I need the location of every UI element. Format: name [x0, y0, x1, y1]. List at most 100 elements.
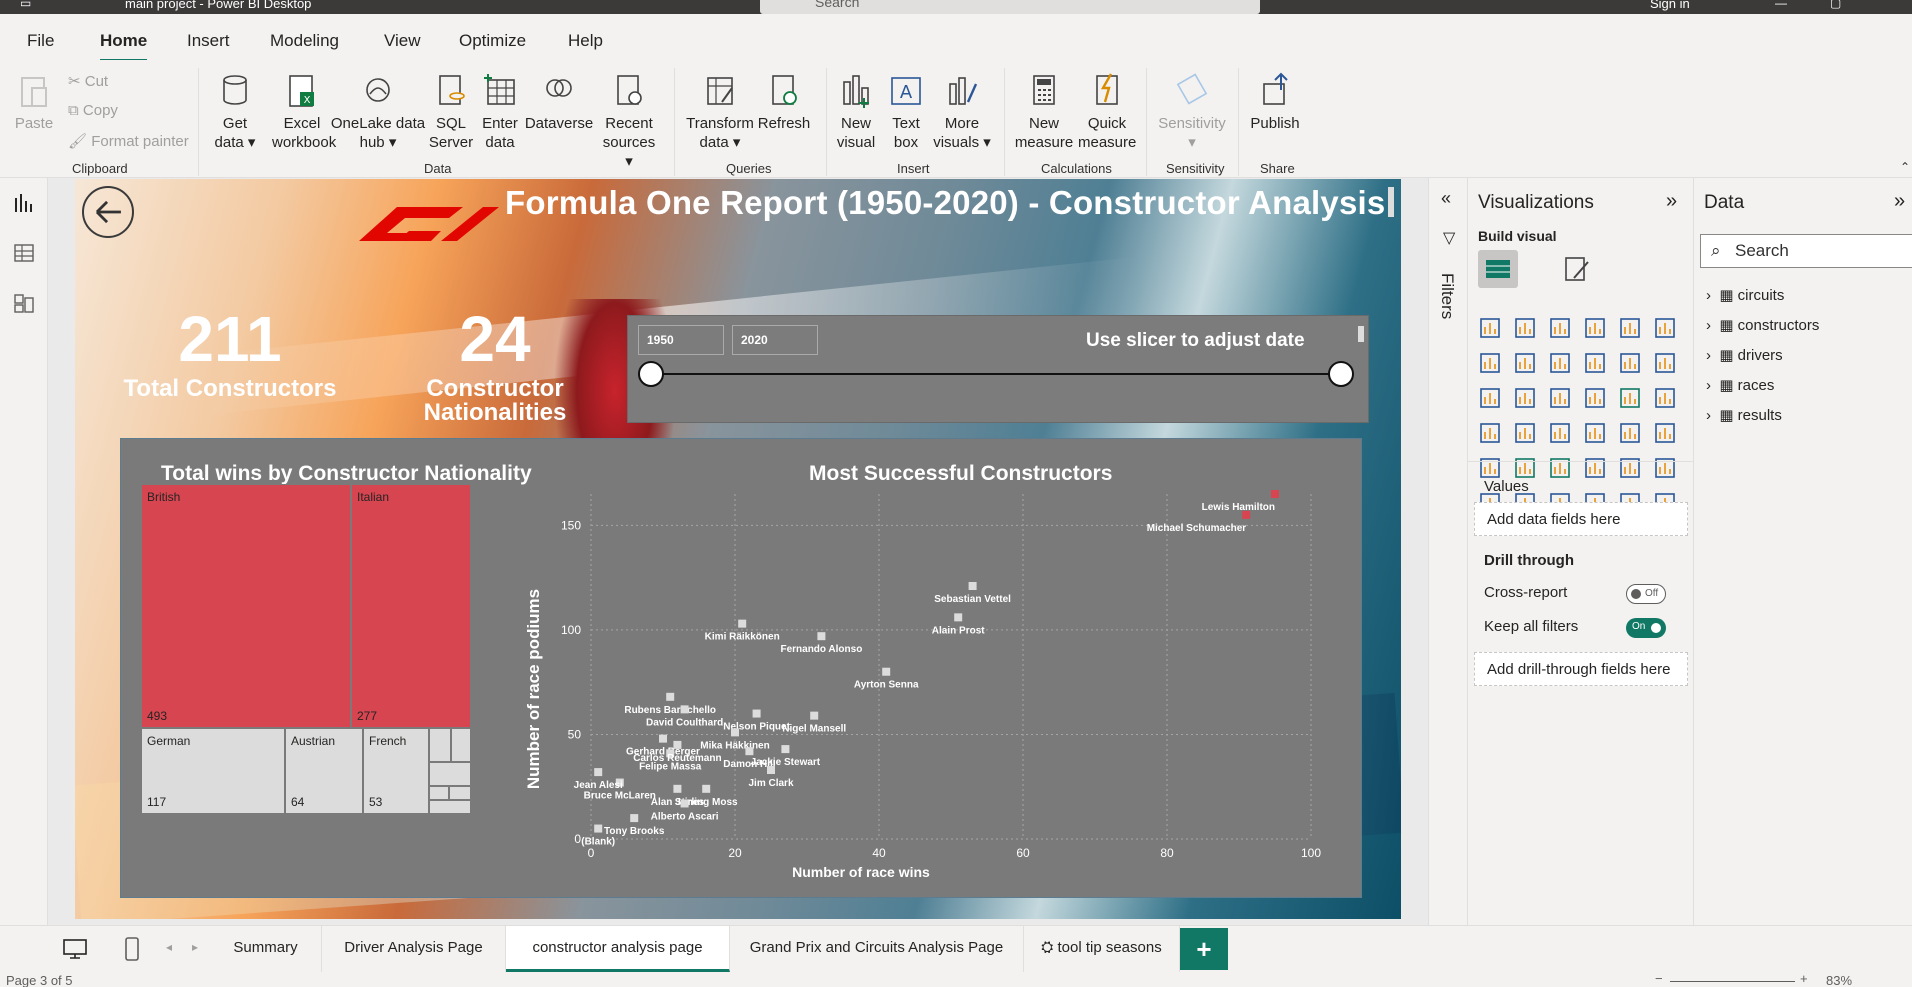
zoom-in-button[interactable]: + — [1800, 973, 1808, 986]
treemap-tile-small[interactable] — [449, 786, 471, 800]
prev-page-icon[interactable]: ◂ — [166, 940, 172, 954]
slicer-track[interactable] — [658, 373, 1348, 375]
keep-all-filters-toggle[interactable]: On — [1626, 618, 1666, 638]
treemap-tile-italian[interactable]: Italian 277 — [351, 484, 471, 728]
slicer-end-handle[interactable] — [1328, 361, 1354, 387]
donut-visual-icon[interactable] — [1583, 386, 1607, 410]
scatter-point[interactable] — [781, 745, 790, 754]
stacked-bar-visual-icon[interactable] — [1478, 316, 1502, 340]
excel-workbook-button[interactable]: X Excel workbook — [272, 72, 336, 152]
scatter-point[interactable] — [817, 632, 826, 641]
enter-data-button[interactable]: Enter data — [478, 72, 522, 152]
clustered-bar-visual-icon[interactable] — [1548, 316, 1572, 340]
tab-summary[interactable]: Summary — [210, 926, 322, 972]
get-data-button[interactable]: Get data ▾ — [208, 72, 262, 152]
onelake-button[interactable]: OneLake data hub ▾ — [330, 72, 426, 152]
treemap-tile-british[interactable]: British 493 — [141, 484, 351, 728]
multirow-card-visual-icon[interactable] — [1618, 421, 1642, 445]
format-visual-icon[interactable] — [1560, 252, 1594, 286]
table-visual-icon[interactable] — [1513, 456, 1537, 480]
scatter-point[interactable] — [810, 711, 819, 720]
table-drivers[interactable]: › ▦ drivers — [1706, 346, 1783, 364]
pie-visual-icon[interactable] — [1548, 386, 1572, 410]
100-column-visual-icon[interactable] — [1653, 316, 1677, 340]
sensitivity-button[interactable]: Sensitivity ▾ — [1156, 72, 1228, 152]
cross-report-toggle[interactable]: Off — [1626, 584, 1666, 604]
slicer-start-handle[interactable] — [638, 361, 664, 387]
recent-sources-button[interactable]: Recent sources ▾ — [598, 72, 660, 171]
collapse-data-icon[interactable]: » — [1894, 190, 1905, 213]
treemap-tile-small[interactable] — [451, 728, 471, 762]
scatter-point[interactable] — [767, 766, 775, 774]
scatter-point[interactable] — [630, 814, 639, 823]
treemap-tile-small[interactable] — [429, 762, 471, 786]
scatter-point[interactable] — [1271, 490, 1279, 498]
signin-link[interactable]: Sign in — [1650, 0, 1690, 11]
100-bar-visual-icon[interactable] — [1618, 316, 1642, 340]
menu-file[interactable]: File — [27, 31, 54, 51]
new-visual-button[interactable]: New visual — [834, 72, 878, 152]
slicer-visual-icon[interactable] — [1478, 456, 1502, 480]
table-circuits[interactable]: › ▦ circuits — [1706, 286, 1784, 304]
add-page-button[interactable]: + — [1180, 928, 1228, 970]
save-icon[interactable]: ▭ — [20, 0, 31, 10]
scatter-point[interactable] — [594, 768, 603, 777]
treemap-tile-austrian[interactable]: Austrian 64 — [285, 728, 363, 814]
ribbon-visual-icon[interactable] — [1618, 351, 1642, 375]
table-races[interactable]: › ▦ races — [1706, 376, 1774, 394]
title-search[interactable]: Search — [760, 0, 1260, 14]
table-constructors[interactable]: › ▦ constructors — [1706, 316, 1819, 334]
build-visual-tab[interactable] — [1478, 250, 1518, 288]
minimize-icon[interactable]: — — [1775, 0, 1787, 10]
more-visuals-button[interactable]: More visuals ▾ — [932, 72, 992, 152]
scatter-point[interactable] — [752, 709, 761, 718]
r-visual-visual-icon[interactable] — [1583, 456, 1607, 480]
slicer-end-input[interactable]: 2020 — [732, 325, 818, 355]
key-influencers-visual-icon[interactable] — [1653, 456, 1677, 480]
treemap-visual-icon[interactable] — [1618, 386, 1642, 410]
stacked-column-visual-icon[interactable] — [1513, 316, 1537, 340]
scatter-point[interactable] — [738, 619, 747, 628]
scatter-point[interactable] — [702, 784, 711, 793]
map-visual-icon[interactable] — [1653, 386, 1677, 410]
data-search-input[interactable]: ⌕ Search — [1700, 234, 1912, 268]
stacked-area-visual-icon[interactable] — [1548, 351, 1572, 375]
back-button[interactable] — [82, 186, 134, 238]
scatter-point[interactable] — [680, 799, 689, 808]
collapse-ribbon-icon[interactable]: ⌃ — [1900, 160, 1910, 174]
azure-map-visual-icon[interactable] — [1513, 421, 1537, 445]
matrix-visual-icon[interactable] — [1548, 456, 1572, 480]
text-box-button[interactable]: A Text box — [884, 72, 928, 152]
menu-optimize[interactable]: Optimize — [459, 31, 526, 51]
scatter-point[interactable] — [594, 824, 603, 833]
refresh-button[interactable]: Refresh — [756, 72, 812, 133]
scatter-point[interactable] — [731, 728, 739, 737]
slicer-scrollbar[interactable] — [1358, 326, 1364, 342]
menu-modeling[interactable]: Modeling — [270, 31, 339, 51]
expand-filters-icon[interactable]: « — [1441, 188, 1451, 209]
scatter-point[interactable] — [954, 613, 963, 622]
line-visual-icon[interactable] — [1478, 351, 1502, 375]
transform-data-button[interactable]: Transform data ▾ — [684, 72, 756, 152]
table-view-icon[interactable] — [13, 242, 35, 264]
scatter-point[interactable] — [666, 692, 675, 701]
scatter-point[interactable] — [673, 740, 682, 749]
filters-pane[interactable]: « ▽ Filters — [1428, 178, 1468, 925]
values-well[interactable]: Add data fields here — [1474, 502, 1688, 536]
tab-grand-prix[interactable]: Grand Prix and Circuits Analysis Page — [730, 926, 1024, 972]
tab-tool-tip-seasons[interactable]: ⛭ tool tip seasons — [1024, 926, 1180, 972]
line-column-visual-icon[interactable] — [1583, 351, 1607, 375]
filled-map-visual-icon[interactable] — [1478, 421, 1502, 445]
clustered-column-visual-icon[interactable] — [1583, 316, 1607, 340]
model-view-icon[interactable] — [13, 292, 35, 314]
paste-button[interactable]: Paste — [12, 72, 56, 133]
desktop-layout-icon[interactable] — [62, 938, 88, 960]
scatter-point[interactable] — [673, 784, 682, 793]
scatter-point[interactable] — [659, 734, 667, 743]
copy-button[interactable]: ⧉ Copy — [68, 102, 118, 119]
menu-view[interactable]: View — [384, 31, 421, 51]
dataverse-button[interactable]: Dataverse — [524, 72, 594, 133]
treemap-tile-french[interactable]: French 53 — [363, 728, 429, 814]
mobile-layout-icon[interactable] — [124, 936, 140, 962]
python-visual-visual-icon[interactable] — [1618, 456, 1642, 480]
